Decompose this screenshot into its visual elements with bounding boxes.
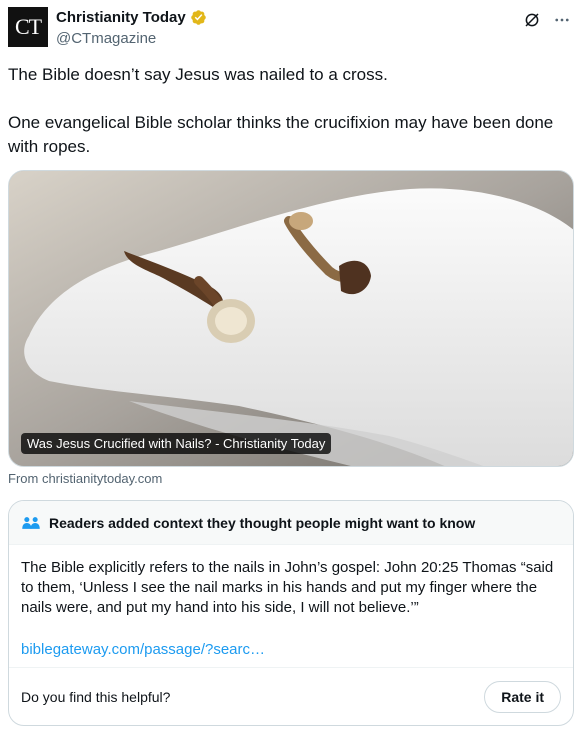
community-note: Readers added context they thought peopl… — [8, 500, 574, 726]
author-handle[interactable]: @CTmagazine — [56, 30, 156, 47]
tweet-text: The Bible doesn’t say Jesus was nailed t… — [8, 63, 568, 159]
tweet-header: CT Christianity Today @CTmagazine — [8, 7, 571, 51]
author-name[interactable]: Christianity Today — [56, 9, 186, 26]
community-note-text: The Bible explicitly refers to the nails… — [21, 559, 554, 616]
tweet-paragraph: One evangelical Bible scholar thinks the… — [8, 113, 554, 156]
author-name-row: Christianity Today — [56, 9, 207, 26]
community-note-link[interactable]: biblegateway.com/passage/?searc… — [21, 640, 561, 660]
link-card-image[interactable]: Was Jesus Crucified with Nails? - Christ… — [8, 170, 574, 467]
grok-icon[interactable] — [523, 11, 541, 29]
gloved-hand-photo — [9, 171, 573, 466]
link-card-caption[interactable]: Was Jesus Crucified with Nails? - Christ… — [21, 433, 332, 454]
community-note-header: Readers added context they thought peopl… — [9, 501, 573, 545]
avatar[interactable]: CT — [8, 7, 48, 47]
link-source[interactable]: From christianitytoday.com — [8, 471, 162, 486]
helpful-question: Do you find this helpful? — [21, 688, 171, 705]
people-icon — [22, 516, 40, 529]
rate-it-button[interactable]: Rate it — [484, 680, 561, 713]
tweet-paragraph: The Bible doesn’t say Jesus was nailed t… — [8, 65, 388, 84]
community-note-title: Readers added context they thought peopl… — [49, 514, 476, 531]
verified-icon — [190, 10, 206, 25]
more-icon[interactable] — [553, 11, 571, 29]
community-note-footer: Do you find this helpful? Rate it — [9, 667, 573, 725]
community-note-body: The Bible explicitly refers to the nails… — [9, 545, 573, 660]
